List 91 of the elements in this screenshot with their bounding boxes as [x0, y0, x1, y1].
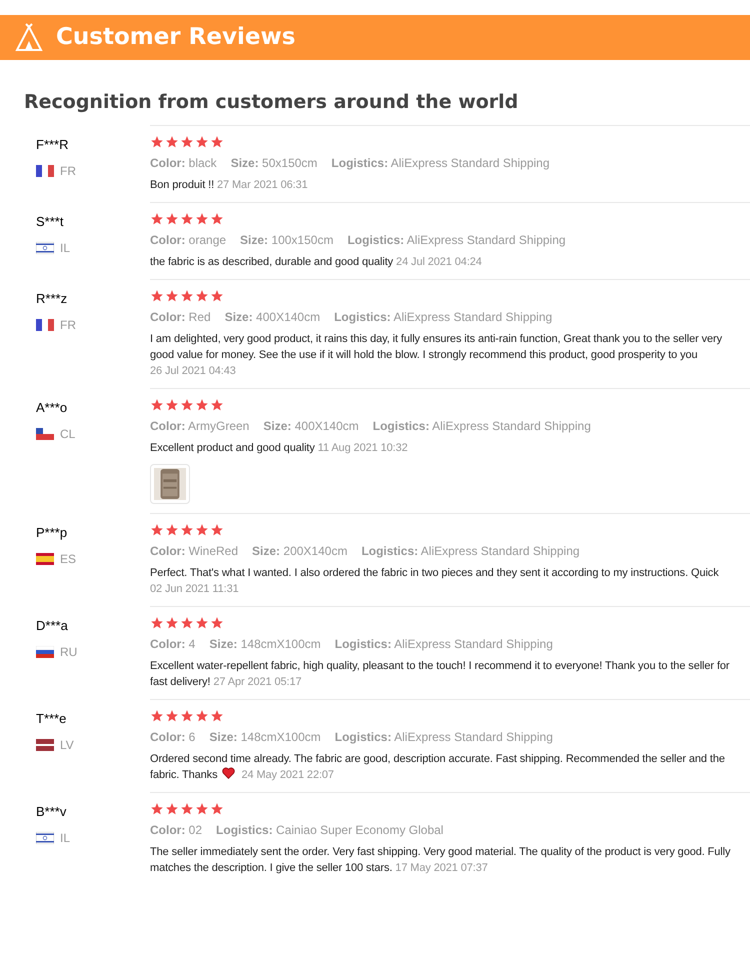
star-icon [150, 212, 164, 226]
reviewer-name: S***t [36, 212, 64, 230]
product-attribute: Size: 400X140cm [224, 308, 320, 326]
star-icon [210, 134, 224, 148]
tent-icon [14, 22, 44, 52]
star-icon [210, 708, 224, 722]
star-icon [150, 802, 164, 816]
product-attribute: Color: 6 [150, 728, 196, 746]
reviewer-name: B***v [36, 802, 68, 820]
star-icon [165, 212, 179, 226]
star-icon [195, 398, 209, 412]
star-icon [210, 802, 224, 816]
star-icon [195, 802, 209, 816]
country-code: CL [60, 426, 76, 443]
star-icon [180, 802, 194, 816]
product-attribute: Color: ArmyGreen [150, 418, 250, 434]
star-icon [150, 134, 164, 148]
product-attribute: Size: 200X140cm [252, 542, 348, 560]
product-attribute: Size: 148cmX100cm [209, 636, 321, 652]
star-icon [165, 288, 179, 302]
star-icon [150, 616, 164, 630]
product-attribute: Logistics: AliExpress Standard Shipping [372, 418, 591, 434]
product-attribute: Logistics: AliExpress Standard Shipping [334, 308, 552, 326]
star-icon [195, 708, 209, 722]
star-icon [195, 212, 209, 226]
star-icon [150, 522, 164, 536]
star-icon [195, 134, 209, 148]
country-code: FR [60, 163, 76, 180]
star-icon [180, 134, 194, 148]
review-text: Bon produit !! 27 Mar 2021 06:31 [150, 178, 309, 192]
star-icon [210, 522, 224, 536]
reviewer-name: F***R [36, 136, 70, 154]
star-icon [180, 708, 194, 722]
review-text: I am delighted, very good product, it rains this day, it fully ensures its anti-rain function, Great thank you to the seller very good value for money. See the use if it will hold the blow. I strongly recommend this product, good prosperity to you 26 Jul 2021 04:43 [150, 332, 724, 378]
star-icon [165, 616, 179, 630]
country-code: LV [60, 737, 74, 754]
star-icon [180, 522, 194, 536]
country-code: IL [60, 240, 70, 257]
reviewer-name: D***a [36, 616, 69, 634]
reviewer-name: R***z [36, 290, 68, 308]
product-attribute: Logistics: AliExpress Standard Shipping [334, 728, 553, 746]
star-icon [150, 398, 164, 412]
product-attribute: Size: 50x150cm [230, 154, 318, 172]
star-icon [180, 398, 194, 412]
review-text: The seller immediately sent the order. Very fast shipping. Very good material. The quality of the product is very good. Fully matches the description. I give the seller 100 stars. 17 May 2021 07:37 [150, 844, 732, 876]
review-text: Excellent water-repellent fabric, high quality, pleasant to the touch! I recommend it to everyone! Thank you to the seller for fast delivery! 27 Apr 2021 05:17 [150, 658, 730, 690]
product-attribute: Size: 148cmX100cm [209, 728, 321, 746]
country-code: RU [60, 644, 78, 661]
product-attribute: Logistics: AliExpress Standard Shipping [361, 542, 580, 560]
reviewer-name: P***p [36, 524, 68, 542]
product-attribute: Color: 4 [150, 636, 196, 652]
star-icon [180, 616, 194, 630]
star-icon [195, 288, 209, 302]
product-attribute: Color: WineRed [150, 542, 238, 560]
star-icon [210, 398, 224, 412]
reviewer-name: A***o [36, 398, 68, 416]
country-code: IL [60, 830, 70, 847]
star-icon [210, 288, 224, 302]
star-icon [180, 212, 194, 226]
star-icon [150, 708, 164, 722]
star-icon [210, 616, 224, 630]
product-attribute: Logistics: AliExpress Standard Shipping [334, 636, 553, 652]
product-attribute: Logistics: AliExpress Standard Shipping [331, 154, 550, 172]
product-attribute: Color: black [150, 154, 217, 172]
product-attribute: Color: orange [150, 232, 226, 248]
star-icon [210, 212, 224, 226]
product-attribute: Logistics: Cainiao Super Economy Global [216, 822, 444, 838]
star-icon [165, 708, 179, 722]
product-attribute: Color: Red [150, 308, 211, 326]
product-attribute: Size: 100x150cm [240, 232, 334, 248]
star-icon [195, 616, 209, 630]
banner-title: Customer Reviews [56, 23, 296, 52]
star-icon [165, 522, 179, 536]
product-attribute: Size: 400X140cm [263, 418, 359, 434]
star-icon [165, 134, 179, 148]
section-heading: Recognition from customers around the world [24, 90, 520, 115]
photo-thumbnail[interactable] [150, 464, 190, 504]
review-text: Excellent product and good quality 11 Aug 2021 10:32 [150, 440, 409, 456]
review-text: Perfect. That's what I wanted. I also ordered the fabric in two pieces and they sent it according to my instructions. Quick 02 Jun 2021 11:31 [150, 566, 720, 596]
star-icon [180, 288, 194, 302]
reviewer-name: T***e [36, 710, 68, 728]
star-icon [195, 522, 209, 536]
product-attribute: Color: 02 [150, 822, 202, 838]
star-icon [165, 398, 179, 412]
review-text: the fabric is as described, durable and good quality 24 Jul 2021 04:24 [150, 254, 483, 270]
product-attribute: Logistics: AliExpress Standard Shipping [347, 232, 566, 248]
star-icon [150, 288, 164, 302]
country-code: ES [60, 551, 76, 568]
country-code: FR [60, 317, 76, 334]
review-text: Ordered second time already. The fabric are good, description accurate. Fast shipping. Recommended the seller and the fabric. Thanks 24 May 2021 22:07 [150, 752, 726, 782]
star-icon [165, 802, 179, 816]
